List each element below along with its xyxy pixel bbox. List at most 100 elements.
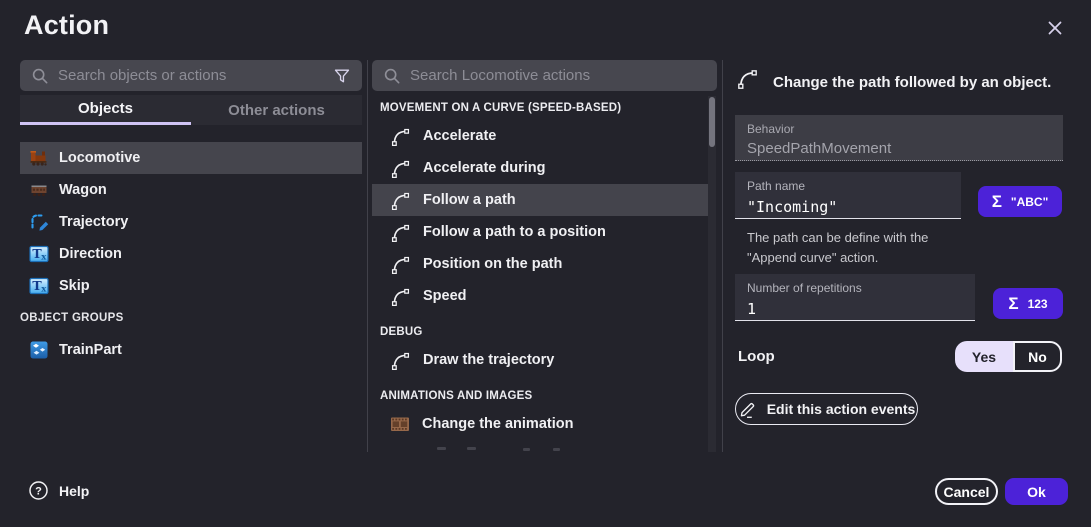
object-item-direction[interactable]: Tx Direction: [20, 238, 362, 270]
close-button[interactable]: [1043, 16, 1067, 40]
actions-search-box: [372, 60, 717, 91]
action-item-label: Accelerate during: [423, 160, 546, 176]
animation-icon: [390, 416, 410, 433]
string-expression-label: "ABC": [1011, 195, 1048, 209]
object-item-label: Trajectory: [59, 214, 128, 230]
clipped-row-remnant: [553, 448, 560, 451]
help-icon: ?: [28, 480, 49, 501]
tab-other-actions-label: Other actions: [228, 102, 325, 119]
number-expression-button[interactable]: Σ 123: [993, 288, 1063, 319]
curve-icon: [390, 254, 411, 275]
curve-icon: [390, 126, 411, 147]
tab-other-actions[interactable]: Other actions: [191, 95, 362, 125]
repetitions-label: Number of repetitions: [747, 281, 963, 295]
search-icon: [383, 67, 401, 85]
ok-button[interactable]: Ok: [1005, 478, 1068, 505]
panel-divider-right: [722, 60, 723, 452]
curve-icon: [390, 286, 411, 307]
action-item-speed[interactable]: Speed: [372, 280, 710, 312]
object-list: Locomotive Wagon Trajectory Tx Direction Tx Sk…: [20, 142, 362, 366]
number-expression-label: 123: [1028, 297, 1048, 311]
actions-scrollbar-thumb[interactable]: [709, 97, 715, 147]
path-name-field[interactable]: Path name "Incoming": [735, 172, 961, 219]
action-item-position-on-the-path[interactable]: Position on the path: [372, 248, 710, 280]
actions-scrollbar-track[interactable]: [708, 96, 716, 452]
help-label: Help: [59, 483, 89, 499]
clipped-row-remnant: [437, 447, 446, 450]
action-item-label: Follow a path to a position: [423, 224, 606, 240]
action-item-accelerate-during[interactable]: Accelerate during: [372, 152, 710, 184]
behavior-label: Behavior: [747, 122, 1051, 136]
action-item-follow-a-path-to-a-position[interactable]: Follow a path to a position: [372, 216, 710, 248]
group-item-trainpart[interactable]: TrainPart: [20, 334, 362, 366]
action-item-label: Follow a path: [423, 192, 516, 208]
action-item-follow-a-path[interactable]: Follow a path: [372, 184, 710, 216]
text-object-icon: Tx: [29, 276, 49, 296]
action-item-label: Accelerate: [423, 128, 496, 144]
page-title: Action: [24, 10, 109, 41]
locomotive-icon: [29, 148, 49, 168]
repetitions-value: 1: [747, 300, 963, 318]
loop-label: Loop: [738, 348, 775, 365]
filter-icon[interactable]: [333, 67, 351, 85]
action-item-label: Draw the trajectory: [423, 352, 554, 368]
string-expression-button[interactable]: Σ "ABC": [978, 186, 1062, 217]
loop-yes-button[interactable]: Yes: [955, 341, 1013, 372]
action-section-header: ANIMATIONS AND IMAGES: [372, 384, 710, 408]
path-name-label: Path name: [747, 179, 949, 193]
cancel-button[interactable]: Cancel: [935, 478, 998, 505]
group-item-label: TrainPart: [59, 342, 122, 358]
action-section-header: MOVEMENT ON A CURVE (SPEED-BASED): [372, 96, 710, 120]
behavior-field: Behavior SpeedPathMovement: [735, 115, 1063, 161]
objects-search-input[interactable]: [58, 67, 324, 84]
object-item-wagon[interactable]: Wagon: [20, 174, 362, 206]
action-detail-panel: Change the path followed by an object. B…: [735, 60, 1068, 460]
loop-no-button[interactable]: No: [1013, 341, 1062, 372]
pencil-icon: [738, 400, 757, 419]
search-icon: [31, 67, 49, 85]
tab-objects[interactable]: Objects: [20, 95, 191, 125]
close-icon: [1045, 18, 1065, 38]
clipped-row-remnant: [467, 447, 476, 450]
wagon-icon: [29, 180, 49, 200]
repetitions-field[interactable]: Number of repetitions 1: [735, 274, 975, 321]
object-item-label: Skip: [59, 278, 90, 294]
object-item-trajectory[interactable]: Trajectory: [20, 206, 362, 238]
sigma-icon: Σ: [992, 193, 1002, 210]
action-section-header: DEBUG: [372, 320, 710, 344]
object-item-locomotive[interactable]: Locomotive: [20, 142, 362, 174]
left-panel-tabs: Objects Other actions: [20, 95, 362, 125]
action-description: Change the path followed by an object.: [773, 74, 1051, 91]
trajectory-icon: [29, 212, 49, 232]
object-item-label: Wagon: [59, 182, 107, 198]
curve-icon: [390, 222, 411, 243]
text-object-icon: Tx: [29, 244, 49, 264]
tab-objects-label: Objects: [78, 100, 133, 117]
action-item-label: Position on the path: [423, 256, 562, 272]
curve-icon: [390, 350, 411, 371]
object-item-skip[interactable]: Tx Skip: [20, 270, 362, 302]
action-item-accelerate[interactable]: Accelerate: [372, 120, 710, 152]
curve-icon: [390, 158, 411, 179]
action-item-label: Change the animation: [422, 416, 573, 432]
path-name-value: "Incoming": [747, 198, 949, 216]
actions-search-input[interactable]: [410, 67, 706, 84]
action-item-change-the-animation[interactable]: Change the animation: [372, 408, 710, 440]
loop-toggle: Yes No: [955, 341, 1062, 372]
actions-list: MOVEMENT ON A CURVE (SPEED-BASED) Acceler…: [372, 96, 710, 452]
object-group-icon: [29, 340, 49, 360]
sigma-icon: Σ: [1008, 295, 1018, 312]
action-item-draw-the-trajectory[interactable]: Draw the trajectory: [372, 344, 710, 376]
clipped-row-remnant: [523, 448, 530, 451]
curve-icon: [736, 67, 759, 90]
object-item-label: Locomotive: [59, 150, 140, 166]
help-link[interactable]: ? Help: [28, 480, 89, 501]
panel-divider-left: [367, 60, 368, 452]
curve-icon: [390, 190, 411, 211]
behavior-value: SpeedPathMovement: [747, 140, 1051, 157]
object-item-label: Direction: [59, 246, 122, 262]
edit-action-events-label: Edit this action events: [767, 401, 916, 417]
objects-search-box: [20, 60, 362, 91]
edit-action-events-button[interactable]: Edit this action events: [735, 393, 918, 425]
path-hint-text: The path can be define with the "Append …: [747, 228, 965, 268]
